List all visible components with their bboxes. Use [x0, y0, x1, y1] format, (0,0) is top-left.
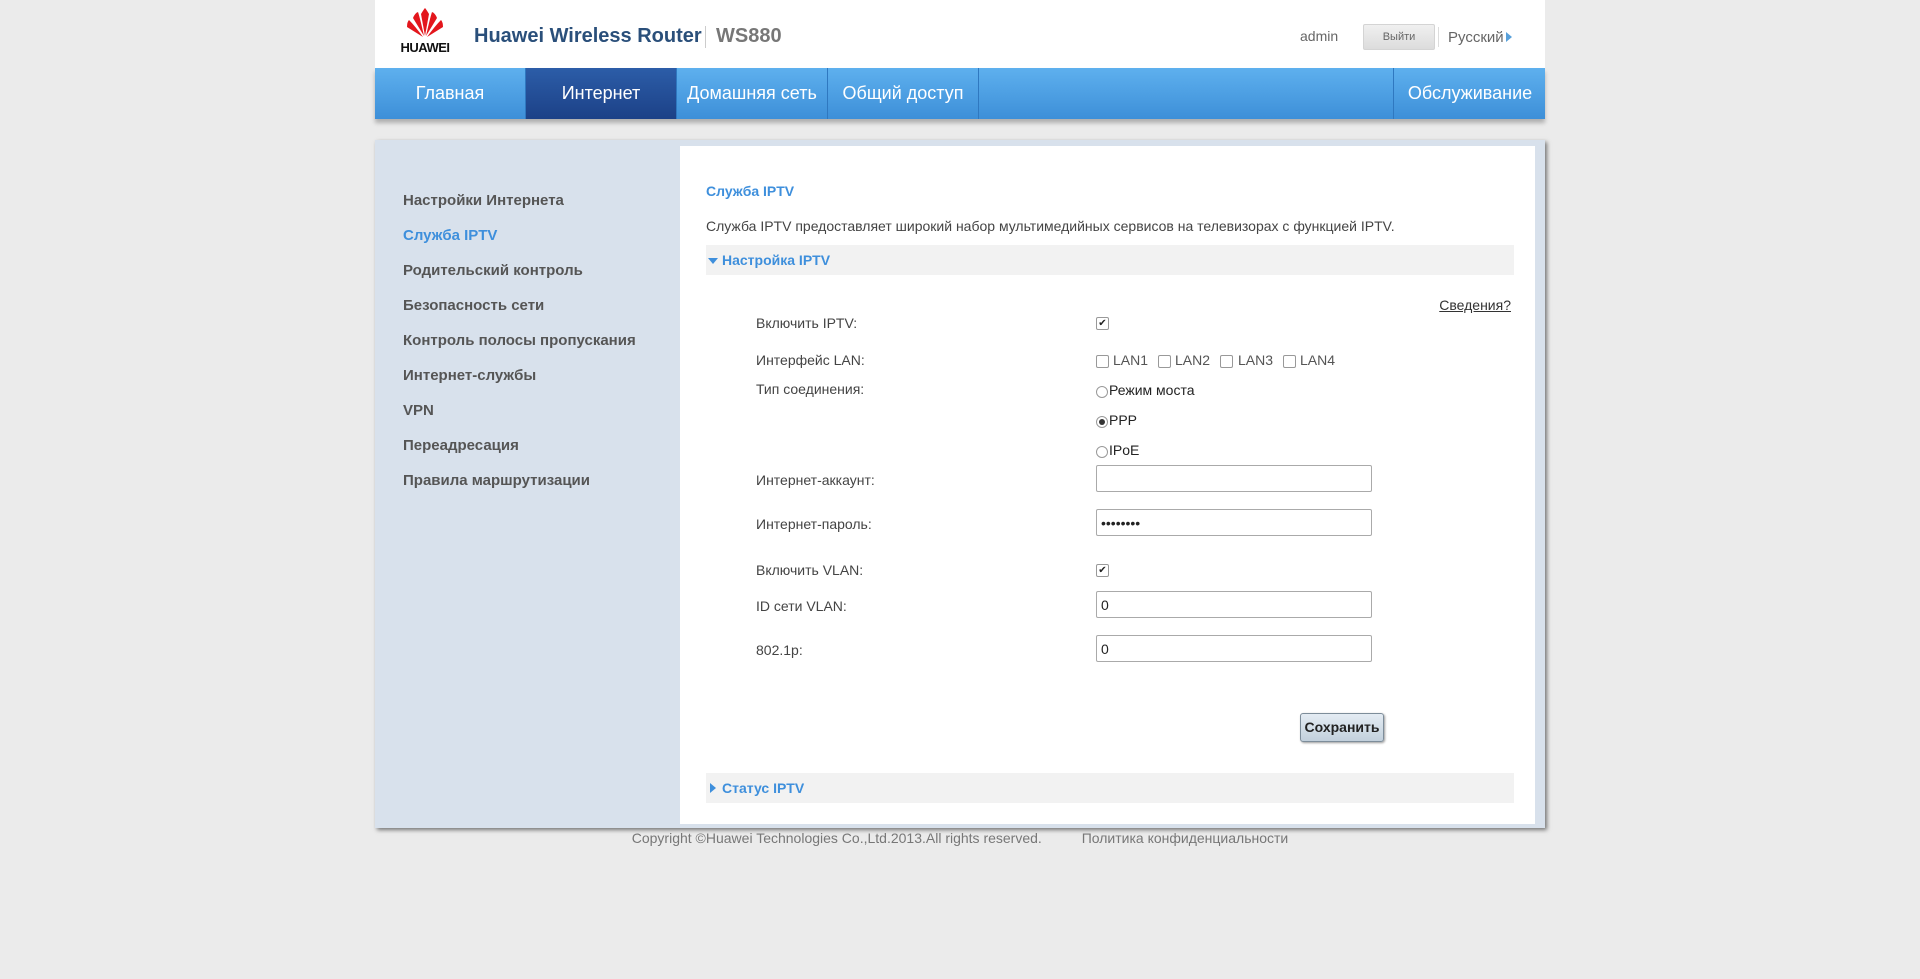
huawei-logo-icon — [407, 8, 443, 37]
sidebar-item-internet-settings[interactable]: Настройки Интернета — [403, 192, 636, 227]
section-iptv-settings[interactable]: Настройка IPTV — [706, 245, 1514, 275]
sidebar-item-internet-services[interactable]: Интернет-службы — [403, 367, 636, 402]
vlan-id-input[interactable] — [1096, 591, 1372, 618]
model-name: WS880 — [716, 25, 782, 47]
sidebar: Настройки Интернета Служба IPTV Родитель… — [403, 192, 636, 507]
copyright-text: Copyright ©Huawei Technologies Co.,Ltd.2… — [631, 830, 1042, 846]
triangle-down-icon — [708, 258, 718, 264]
enable-iptv-label: Включить IPTV: — [756, 315, 858, 331]
enable-iptv-checkbox[interactable] — [1096, 317, 1109, 330]
vlan-id-label: ID сети VLAN: — [756, 598, 847, 614]
language-selector[interactable]: Русский — [1448, 29, 1504, 46]
help-link[interactable]: Сведения? — [1439, 297, 1511, 313]
product-title: Huawei Wireless Router — [474, 25, 702, 47]
lan3-checkbox[interactable] — [1220, 355, 1233, 368]
nav-tab-maintenance[interactable]: Обслуживание — [1393, 68, 1546, 119]
lan2-checkbox[interactable] — [1158, 355, 1171, 368]
page-title: Служба IPTV — [706, 183, 795, 199]
bridge-mode-radio[interactable] — [1096, 386, 1108, 398]
section-iptv-status[interactable]: Статус IPTV — [706, 773, 1514, 803]
sidebar-item-vpn[interactable]: VPN — [403, 402, 636, 437]
priority-label: 802.1p: — [756, 642, 803, 658]
lan1-label: LAN1 — [1113, 352, 1149, 368]
nav-tab-sharing[interactable]: Общий доступ — [828, 68, 979, 119]
account-input[interactable] — [1096, 465, 1372, 492]
router-page: HUAWEI Huawei Wireless Router WS880 admi… — [375, 0, 1545, 846]
bridge-mode-label: Режим моста — [1109, 382, 1195, 398]
ipoe-label: IPoE — [1109, 442, 1140, 458]
header: HUAWEI Huawei Wireless Router WS880 admi… — [375, 0, 1545, 68]
triangle-right-icon — [710, 783, 716, 793]
iptv-content: Служба IPTV Служба IPTV предоставляет ши… — [680, 146, 1535, 824]
ppp-label: PPP — [1109, 412, 1138, 428]
lan2-label: LAN2 — [1175, 352, 1211, 368]
triangle-right-icon[interactable] — [1506, 32, 1512, 42]
password-input[interactable] — [1096, 509, 1372, 536]
language-divider — [1438, 27, 1439, 47]
privacy-link[interactable]: Политика конфиденциальности — [1082, 830, 1289, 846]
ppp-radio[interactable] — [1096, 416, 1108, 428]
lan-interface-label: Интерфейс LAN: — [756, 352, 865, 368]
ipoe-radio[interactable] — [1096, 446, 1108, 458]
sidebar-item-forwarding[interactable]: Переадресация — [403, 437, 636, 472]
lan1-checkbox[interactable] — [1096, 355, 1109, 368]
enable-vlan-label: Включить VLAN: — [756, 562, 864, 578]
lan4-label: LAN4 — [1300, 352, 1336, 368]
sidebar-item-bandwidth[interactable]: Контроль полосы пропускания — [403, 332, 636, 367]
page-description: Служба IPTV предоставляет широкий набор … — [706, 218, 1395, 234]
content-panel: Настройки Интернета Служба IPTV Родитель… — [375, 140, 1545, 828]
sidebar-item-iptv[interactable]: Служба IPTV — [403, 227, 636, 262]
lan4-checkbox[interactable] — [1283, 355, 1296, 368]
section-title: Настройка IPTV — [722, 252, 831, 268]
connection-type-label: Тип соединения: — [756, 381, 865, 397]
sidebar-item-parental-control[interactable]: Родительский контроль — [403, 262, 636, 297]
username: admin — [1300, 28, 1339, 44]
save-button[interactable]: Сохранить — [1300, 713, 1384, 742]
nav-tab-home[interactable]: Главная — [375, 68, 526, 119]
enable-vlan-checkbox[interactable] — [1096, 564, 1109, 577]
huawei-logo: HUAWEI — [395, 8, 455, 56]
account-label: Интернет-аккаунт: — [756, 472, 875, 488]
section-title: Статус IPTV — [722, 780, 805, 796]
password-label: Интернет-пароль: — [756, 516, 872, 532]
main-nav: Главная Интернет Домашняя сеть Общий дос… — [375, 68, 1545, 119]
nav-tab-home-network[interactable]: Домашняя сеть — [677, 68, 828, 119]
lan3-label: LAN3 — [1238, 352, 1274, 368]
brand-text: HUAWEI — [400, 40, 451, 55]
priority-input[interactable] — [1096, 635, 1372, 662]
sidebar-item-security[interactable]: Безопасность сети — [403, 297, 636, 332]
title-divider — [705, 26, 706, 48]
footer: Copyright ©Huawei Technologies Co.,Ltd.2… — [375, 830, 1545, 846]
logout-button[interactable]: Выйти — [1363, 24, 1435, 50]
sidebar-item-routing[interactable]: Правила маршрутизации — [403, 472, 636, 507]
nav-tab-internet[interactable]: Интернет — [526, 68, 677, 119]
